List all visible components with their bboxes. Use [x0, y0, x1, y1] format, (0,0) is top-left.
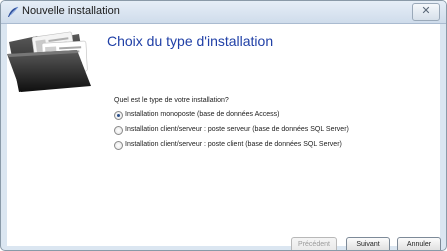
wizard-content: Choix du type d'installation Quel est le… [7, 24, 440, 246]
next-button[interactable]: Suivant [346, 237, 390, 250]
previous-button[interactable]: Précédent [291, 237, 337, 250]
option-label: Installation client/serveur : poste serv… [125, 126, 349, 133]
option-label: Installation client/serveur : poste clie… [125, 141, 342, 148]
question-label: Quel est le type de votre installation? [114, 97, 229, 104]
close-button[interactable]: ✕ [412, 3, 440, 21]
radio-poste-serveur[interactable] [114, 126, 123, 135]
page-heading: Choix du type d'installation [107, 33, 274, 49]
title-bar: Nouvelle installation ✕ [1, 1, 446, 24]
window-title: Nouvelle installation [22, 5, 120, 17]
option-label: Installation monoposte (base de données … [125, 111, 280, 118]
close-icon: ✕ [421, 5, 431, 17]
feather-icon [8, 6, 19, 17]
radio-poste-client[interactable] [114, 141, 123, 150]
installer-window: Nouvelle installation ✕ Choix du type d'… [0, 0, 447, 251]
cancel-button[interactable]: Annuler [397, 237, 441, 250]
documents-folder-icon [7, 31, 91, 92]
radio-monoposte[interactable] [114, 111, 123, 120]
